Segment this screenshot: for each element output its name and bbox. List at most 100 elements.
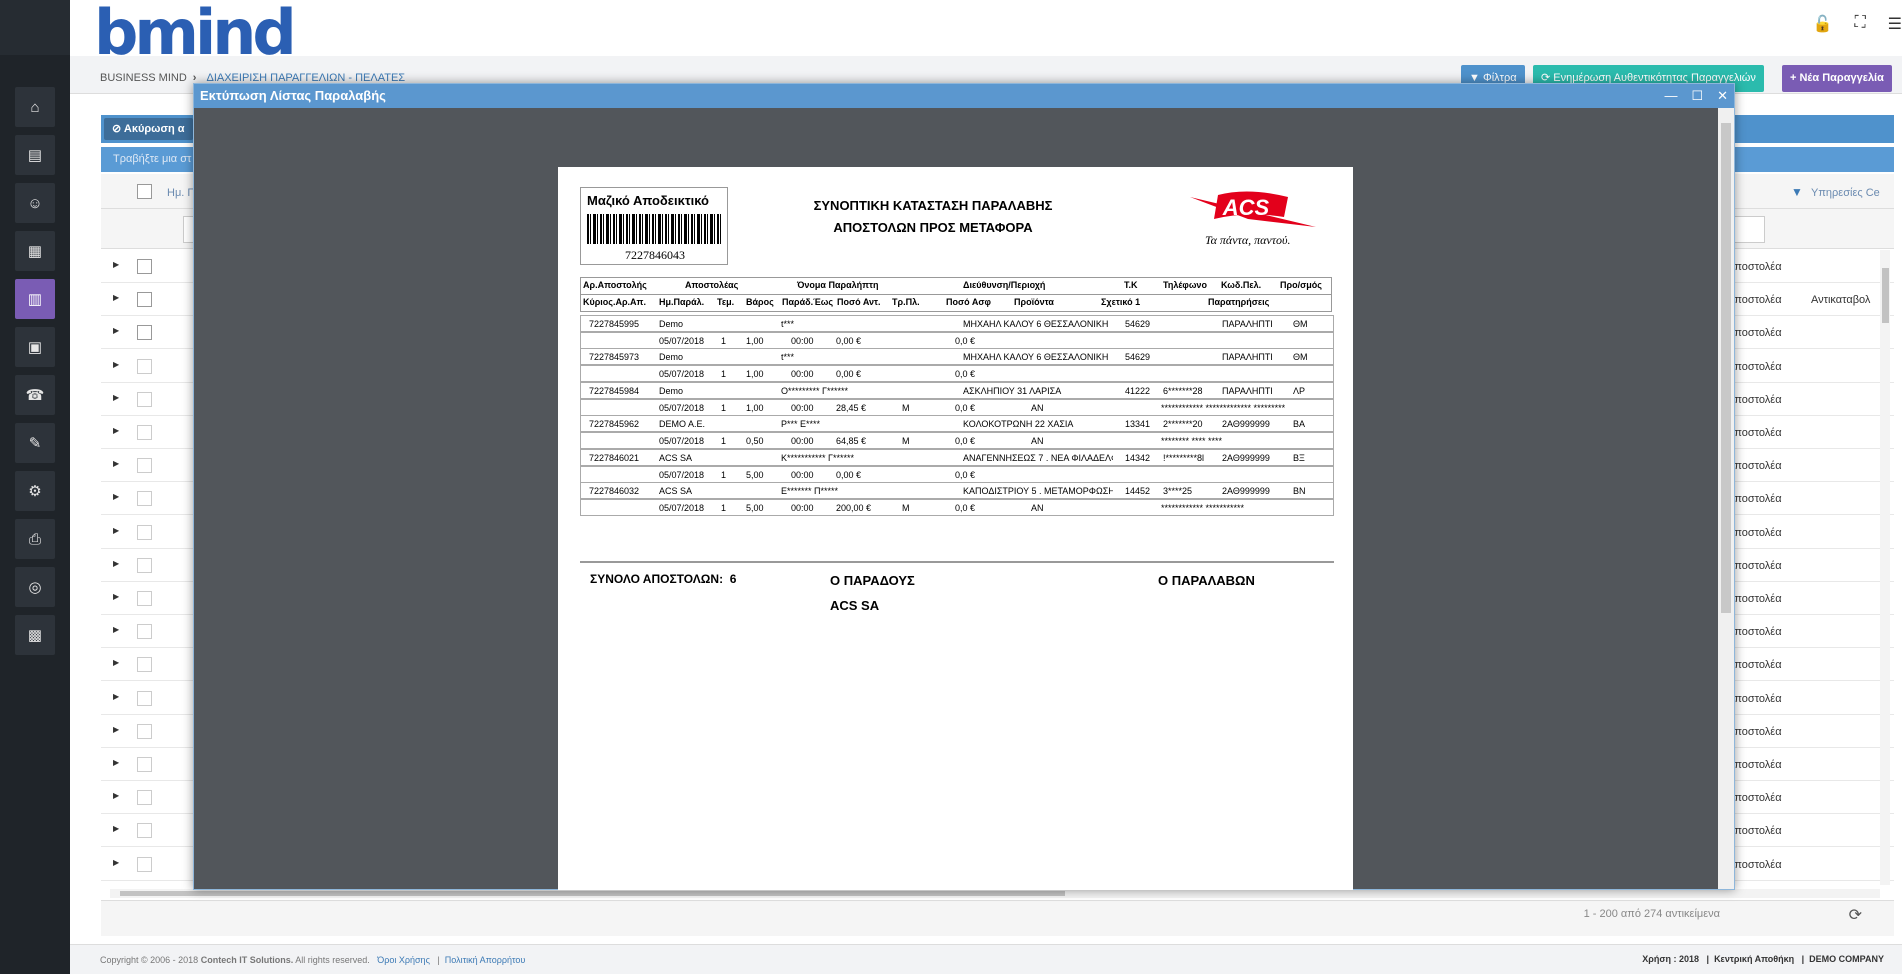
top-bar: bmind 🔓 ⛶ ☰ (70, 0, 1902, 69)
sender-cell: αποστολέα (1728, 858, 1782, 871)
menu-icon[interactable]: ☰ (1888, 14, 1902, 34)
column-services[interactable]: Υπηρεσίες Ce (1811, 187, 1880, 199)
row-checkbox[interactable] (137, 657, 152, 673)
new-order-label: Νέα Παραγγελία (1799, 72, 1884, 84)
row-checkbox[interactable] (137, 259, 152, 274)
header-weight: Βάρος (746, 297, 774, 307)
wrench-icon[interactable]: ✎ (15, 423, 55, 463)
expand-row-icon[interactable]: ▶ (113, 658, 119, 667)
row-checkbox[interactable] (137, 391, 152, 407)
record-no: 7227845984 (589, 385, 640, 396)
scroll-thumb[interactable] (120, 891, 1065, 896)
row-checkbox[interactable] (137, 690, 152, 706)
row-checkbox[interactable] (137, 591, 152, 606)
expand-row-icon[interactable]: ▶ (113, 326, 119, 335)
row-checkbox[interactable] (137, 856, 152, 872)
row-checkbox[interactable] (137, 624, 152, 640)
expand-row-icon[interactable]: ▶ (113, 459, 119, 468)
archive-icon[interactable]: ▦ (15, 231, 55, 271)
expand-row-icon[interactable]: ▶ (113, 592, 119, 601)
row-checkbox[interactable] (137, 557, 152, 573)
expand-row-icon[interactable]: ▶ (113, 526, 119, 535)
briefcase-icon[interactable]: ▩ (15, 615, 55, 655)
scroll-thumb[interactable] (1721, 123, 1731, 613)
row-checkbox[interactable] (137, 425, 152, 440)
expand-row-icon[interactable]: ▶ (113, 758, 119, 767)
sender-cell: αποστολέα (1728, 493, 1782, 506)
expand-row-icon[interactable]: ▶ (113, 559, 119, 568)
expand-row-icon[interactable]: ▶ (113, 858, 119, 867)
maximize-icon[interactable]: ☐ (1691, 84, 1703, 108)
user-icon[interactable]: ☺ (15, 183, 55, 223)
record-notes: ************ *********** (1161, 503, 1245, 513)
fullscreen-icon[interactable]: ⛶ (1854, 14, 1865, 34)
record-prod: ΑΝ (1031, 503, 1044, 513)
dialog-scrollbar[interactable] (1718, 108, 1734, 889)
expand-row-icon[interactable]: ▶ (113, 824, 119, 833)
row-checkbox[interactable] (137, 790, 152, 806)
sender-cell: αποστολέα (1728, 360, 1782, 373)
sender-cell: αποστολέα (1728, 261, 1782, 273)
row-checkbox[interactable] (137, 823, 152, 839)
record-phone: 6*******28 (1163, 385, 1203, 396)
breadcrumb-root[interactable]: BUSINESS MIND (100, 72, 187, 84)
row-checkbox[interactable] (137, 491, 152, 507)
record-until: 00:00 (791, 402, 814, 413)
warehouse[interactable]: Κεντρική Αποθήκη (1714, 954, 1794, 964)
expand-row-icon[interactable]: ▶ (113, 426, 119, 435)
scroll-thumb[interactable] (1882, 268, 1889, 323)
home-icon[interactable]: ⌂ (15, 87, 55, 127)
row-checkbox[interactable] (137, 723, 152, 739)
print-icon[interactable]: ⎙ (15, 519, 55, 559)
terms-link[interactable]: Όροι Χρήσης (377, 955, 430, 965)
dialog-title[interactable]: Εκτύπωση Λίστας Παραλαβής (194, 84, 1734, 108)
row-checkbox[interactable] (137, 292, 152, 308)
calendar-icon[interactable]: ▣ (15, 327, 55, 367)
refresh-icon[interactable]: ⟳ (1849, 905, 1862, 925)
sender-cell: αποστολέα (1728, 559, 1782, 572)
row-checkbox[interactable] (137, 358, 152, 374)
row-checkbox[interactable] (137, 458, 152, 474)
total-label: ΣΥΝΟΛΟ ΑΠΟΣΤΟΛΩΝ: (590, 572, 724, 586)
lock-icon[interactable]: 🔓 (1813, 14, 1833, 34)
filter-icon[interactable]: ▼ (1791, 185, 1803, 199)
expand-row-icon[interactable]: ▶ (113, 393, 119, 402)
fiscal-year[interactable]: Χρήση : 2018 (1642, 954, 1699, 964)
acs-logo-text: ACS (1222, 195, 1270, 220)
record-sender: DEMO A.E. (659, 419, 706, 430)
privacy-link[interactable]: Πολιτική Απορρήτου (445, 955, 526, 965)
expand-row-icon[interactable]: ▶ (113, 725, 119, 734)
shipment-record: 7227845984 Demo Ο********* Γ****** ΑΣΚΛΗΠΙΟ… (580, 381, 1334, 416)
select-all-checkbox[interactable] (137, 184, 152, 199)
globe-icon[interactable]: ◎ (15, 567, 55, 607)
expand-row-icon[interactable]: ▶ (113, 360, 119, 369)
company-name[interactable]: DEMO COMPANY (1809, 954, 1884, 964)
header-customer-code: Κωδ.Πελ. (1221, 280, 1262, 290)
expand-row-icon[interactable]: ▶ (113, 260, 119, 269)
cancel-button[interactable]: ⊘ Ακύρωση α (104, 118, 193, 140)
record-pay: Μ (902, 436, 910, 447)
document-page: Μαζικό Αποδεικτικό 7227846043 ΣΥΝΟΠΤΙΚΗ … (558, 167, 1353, 890)
expand-row-icon[interactable]: ▶ (113, 492, 119, 501)
expand-row-icon[interactable]: ▶ (113, 692, 119, 701)
contacts-icon[interactable]: ▤ (15, 135, 55, 175)
row-checkbox[interactable] (137, 524, 152, 540)
expand-row-icon[interactable]: ▶ (113, 791, 119, 800)
expand-row-icon[interactable]: ▶ (113, 293, 119, 302)
document-icon[interactable]: ▥ (15, 279, 55, 319)
column-date[interactable]: Ημ. Γ (167, 187, 193, 199)
record-zip: 13341 (1125, 419, 1151, 430)
vertical-scrollbar[interactable] (1880, 250, 1890, 885)
expand-row-icon[interactable]: ▶ (113, 625, 119, 634)
new-order-button[interactable]: + Νέα Παραγγελία (1782, 65, 1892, 92)
minimize-icon[interactable]: — (1664, 84, 1677, 108)
record-pcs: 1 (721, 336, 727, 346)
shipment-record: 7227846032 ACS SA Ε******* Π***** ΚΑΠΟΔΙΣΤΡ… (580, 482, 1334, 516)
horizontal-scrollbar[interactable] (110, 889, 1880, 898)
gear-icon[interactable]: ⚙ (15, 471, 55, 511)
row-checkbox[interactable] (137, 757, 152, 772)
row-checkbox[interactable] (137, 325, 152, 341)
sender-filter-input[interactable] (1733, 216, 1765, 243)
phone-icon[interactable]: ☎ (15, 375, 55, 415)
close-icon[interactable]: ✕ (1717, 84, 1728, 108)
